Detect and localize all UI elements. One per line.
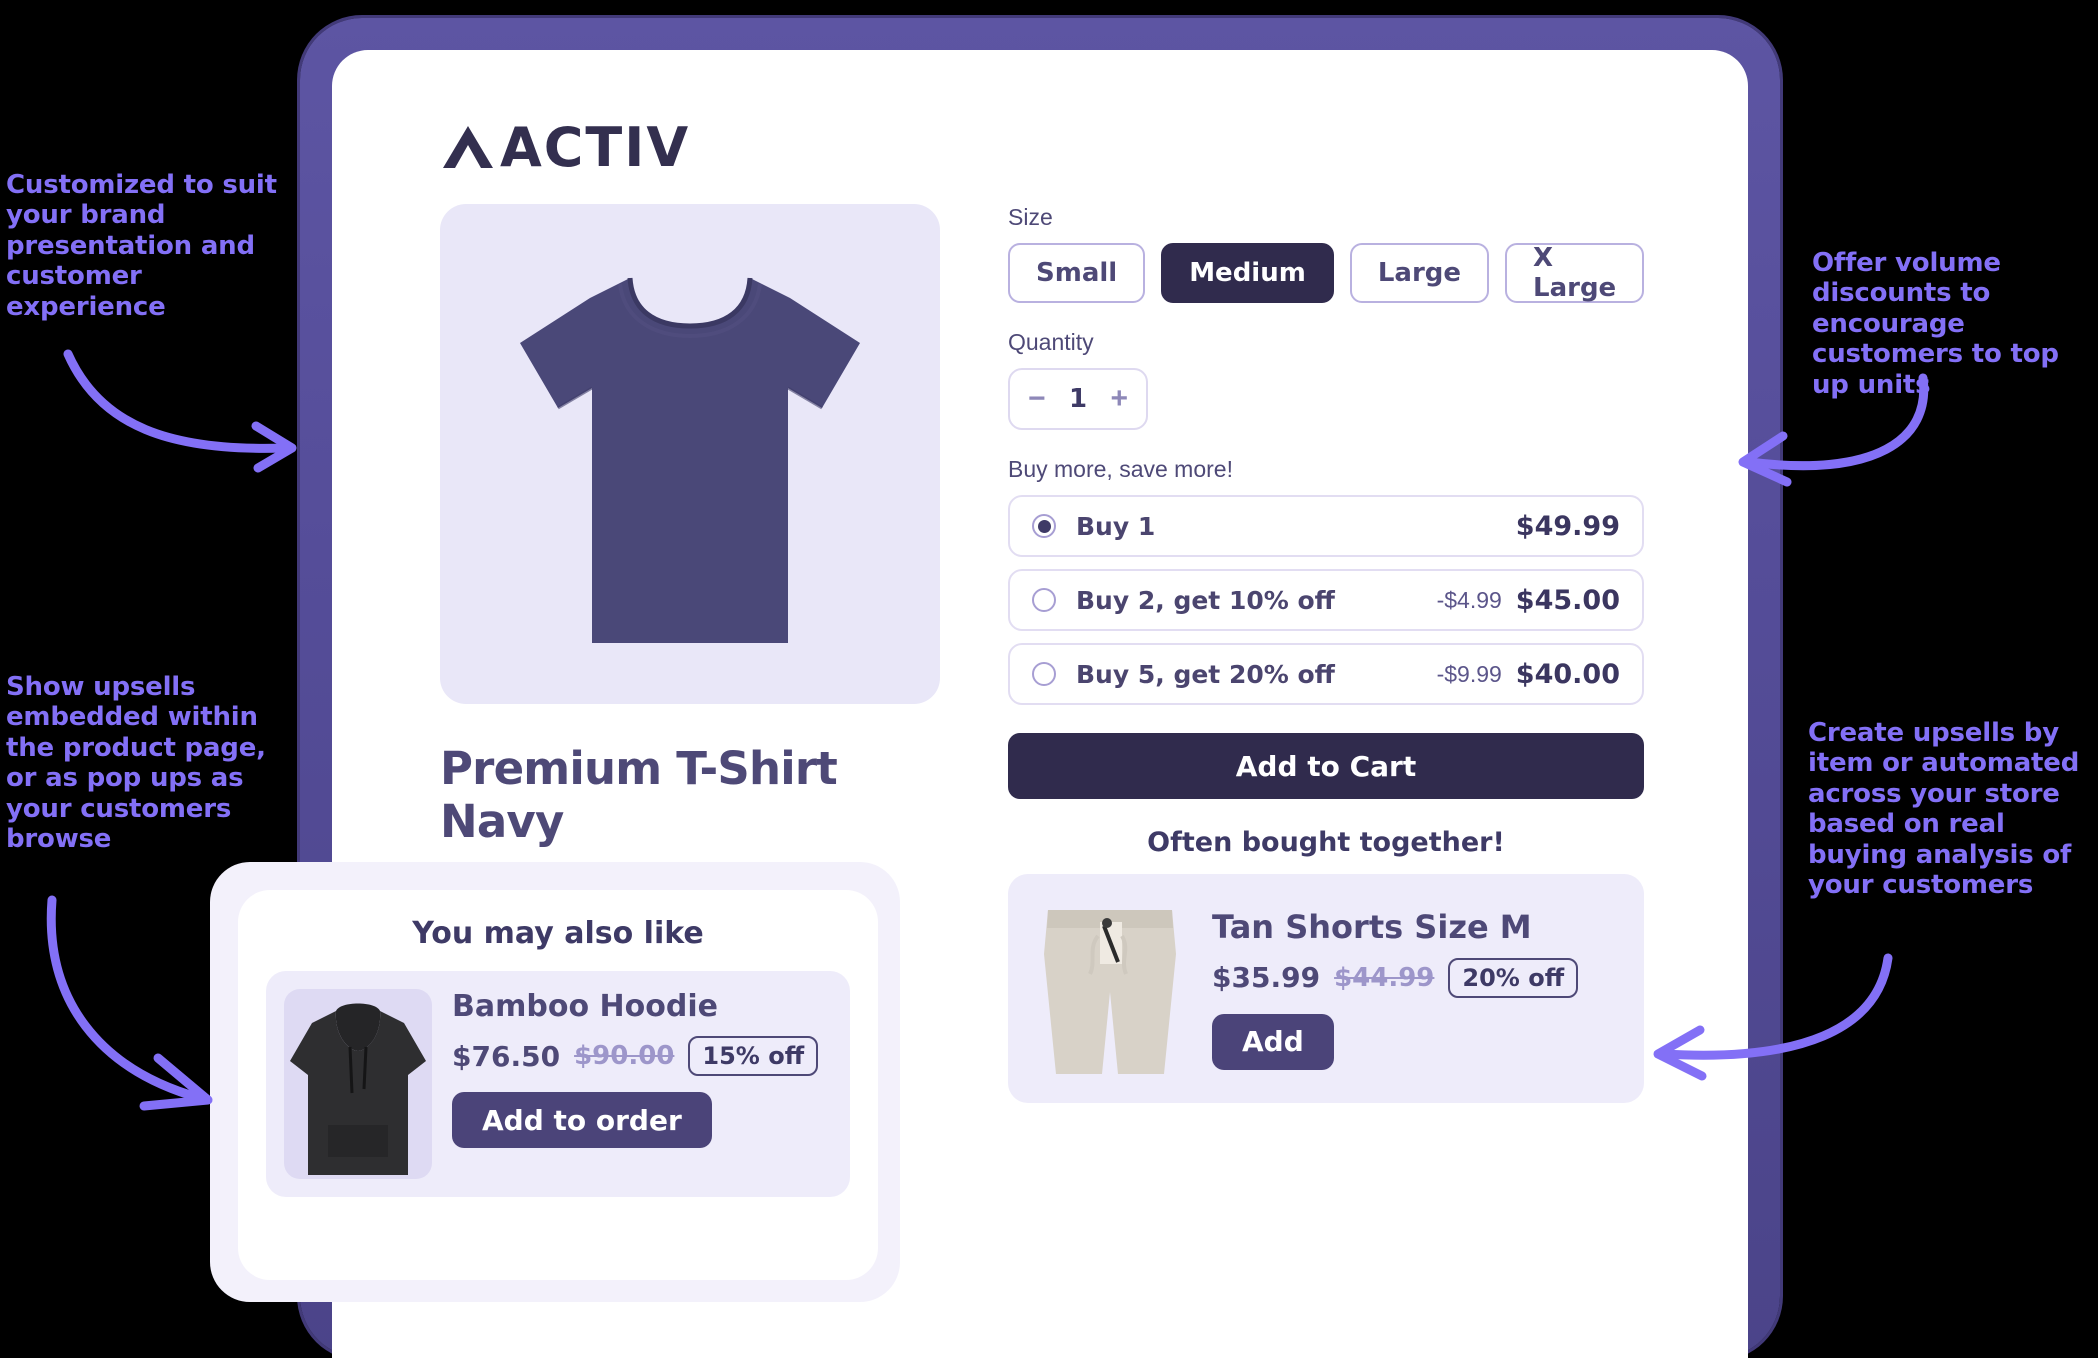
- annotation-arrow-bottom-right-icon: [1653, 953, 1893, 1081]
- often-bought-title: Often bought together!: [1147, 827, 1505, 858]
- upsell-popup-title: You may also like: [412, 916, 704, 951]
- upsell-item-name: Bamboo Hoodie: [452, 989, 718, 1024]
- volume-tier-name: Buy 5, get 20% off: [1076, 659, 1335, 689]
- often-bought-price-now: $35.99: [1212, 961, 1321, 994]
- annotation-bottom-left: Show upsells embedded within the product…: [6, 672, 266, 855]
- size-option-medium[interactable]: Medium: [1161, 243, 1334, 303]
- volume-tier-name: Buy 1: [1076, 511, 1156, 541]
- upsell-popup-details: Bamboo Hoodie $76.50 $90.00 15% off Add …: [452, 989, 819, 1179]
- volume-tier-price: $40.00: [1515, 658, 1620, 690]
- volume-tier-save: -$4.99: [1436, 586, 1502, 613]
- volume-tier-buy-1[interactable]: Buy 1 $49.99: [1008, 495, 1644, 557]
- quantity-value: 1: [1068, 384, 1088, 414]
- volume-discount-label: Buy more, save more!: [1008, 456, 1233, 482]
- size-selector: Small Medium Large X Large: [1008, 243, 1645, 303]
- brand-logo-text: ACTIV: [500, 115, 691, 179]
- upsell-popup-card: Bamboo Hoodie $76.50 $90.00 15% off Add …: [266, 971, 850, 1197]
- often-bought-price-was: $44.99: [1334, 962, 1435, 993]
- annotation-arrow-bottom-left-icon: [46, 895, 213, 1111]
- tan-shorts-icon: [1044, 910, 1176, 1074]
- annotation-arrow-top-left-icon: [63, 349, 297, 473]
- upsell-popup: You may also like Bamboo Hoodie $76.50 $…: [238, 890, 878, 1280]
- plus-icon[interactable]: +: [1110, 384, 1128, 414]
- upsell-price-now: $76.50: [452, 1039, 561, 1073]
- navy-tshirt-icon: [520, 277, 860, 643]
- black-hoodie-icon: [290, 1003, 426, 1175]
- size-option-small[interactable]: Small: [1008, 243, 1146, 303]
- volume-tier-buy-2[interactable]: Buy 2, get 10% off -$4.99 $45.00: [1008, 569, 1644, 631]
- brand-logo: ACTIV: [440, 112, 1678, 182]
- often-bought-details: Tan Shorts Size M $35.99 $44.99 20% off …: [1212, 907, 1579, 1070]
- logo-chevron-a-icon: [443, 126, 493, 168]
- product-title: Premium T-Shirt Navy: [440, 742, 838, 848]
- size-option-x-large[interactable]: X Large: [1505, 243, 1645, 303]
- size-option-large[interactable]: Large: [1349, 243, 1490, 303]
- annotation-bottom-right: Create upsells by item or automated acro…: [1808, 718, 2080, 901]
- volume-tier-name: Buy 2, get 10% off: [1076, 585, 1335, 615]
- quantity-section: Quantity − 1 +: [1008, 329, 1644, 430]
- often-bought-item-name: Tan Shorts Size M: [1212, 907, 1532, 946]
- often-bought-discount-badge: 20% off: [1448, 957, 1579, 998]
- quantity-stepper[interactable]: − 1 +: [1008, 368, 1148, 430]
- minus-icon[interactable]: −: [1028, 384, 1046, 414]
- size-label: Size: [1008, 204, 1053, 230]
- upsell-add-to-order-button[interactable]: Add to order: [452, 1092, 712, 1148]
- tan-shorts-image: [1030, 896, 1190, 1081]
- quantity-label: Quantity: [1008, 329, 1094, 355]
- volume-tier-buy-5[interactable]: Buy 5, get 20% off -$9.99 $40.00: [1008, 643, 1644, 705]
- volume-tier-price: $45.00: [1515, 584, 1620, 616]
- screenshot-stage: ACTIV Premium T-Shirt Navy $49.99: [0, 0, 2098, 1358]
- annotation-arrow-top-right-icon: [1738, 373, 1929, 487]
- often-bought-card: Tan Shorts Size M $35.99 $44.99 20% off …: [1008, 874, 1644, 1103]
- product-options-column: Size Small Medium Large X Large Quantity…: [1008, 204, 1645, 1103]
- radio-icon-buy-2[interactable]: [1032, 588, 1056, 612]
- volume-tier-save: -$9.99: [1436, 660, 1502, 687]
- add-to-cart-button[interactable]: Add to Cart: [1008, 733, 1644, 799]
- upsell-discount-badge: 15% off: [688, 1036, 819, 1076]
- often-bought-price-row: $35.99 $44.99 20% off: [1212, 957, 1579, 998]
- radio-icon-buy-5[interactable]: [1032, 662, 1056, 686]
- product-hero-image: [440, 204, 940, 704]
- upsell-price-was: $90.00: [574, 1041, 675, 1071]
- annotation-top-left: Customized to suit your brand presentati…: [6, 170, 277, 322]
- volume-tier-price: $49.99: [1515, 510, 1620, 542]
- bamboo-hoodie-image: [284, 989, 432, 1179]
- often-bought-add-button[interactable]: Add: [1212, 1013, 1334, 1070]
- upsell-price-row: $76.50 $90.00 15% off: [452, 1036, 819, 1076]
- radio-icon-buy-1[interactable]: [1032, 514, 1056, 538]
